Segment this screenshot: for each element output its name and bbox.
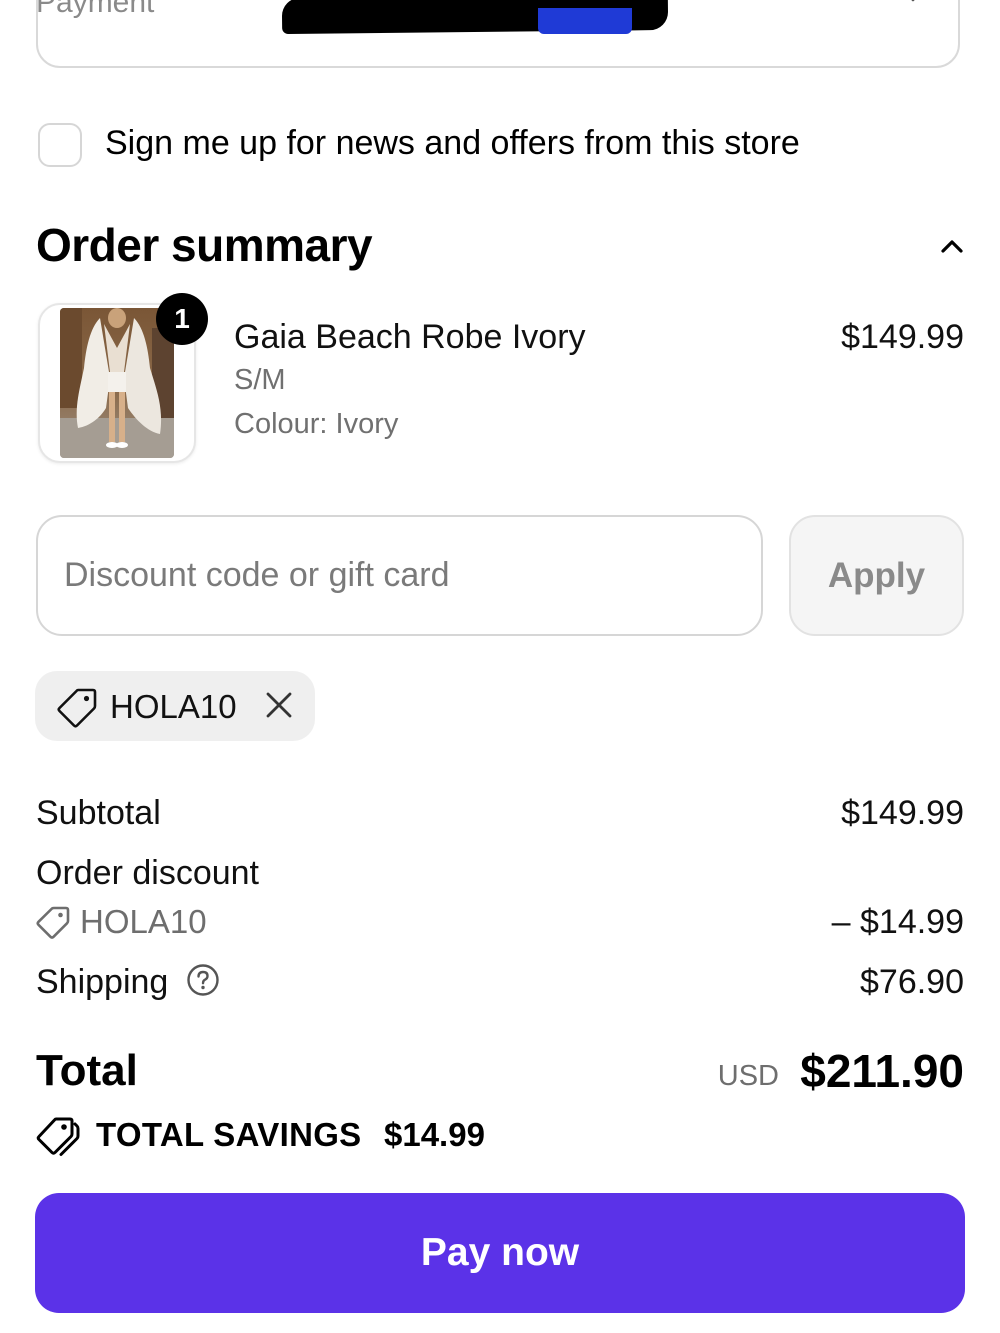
applied-discount-code: HOLA10 xyxy=(110,688,237,725)
payment-label: Payment xyxy=(36,0,155,19)
order-discount-value: – $14.99 xyxy=(831,903,964,941)
order-discount-code-row: HOLA10 xyxy=(36,903,207,941)
subtotal-label: Subtotal xyxy=(36,794,161,832)
chevron-down-icon[interactable] xyxy=(904,0,922,4)
product-image xyxy=(60,308,174,458)
savings-tag-icon xyxy=(36,1117,80,1156)
order-summary-title: Order summary xyxy=(36,219,373,271)
total-currency: USD xyxy=(717,1060,779,1092)
order-discount-label: Order discount xyxy=(36,854,259,892)
total-savings-label: TOTAL SAVINGS xyxy=(96,1116,362,1153)
tag-icon xyxy=(36,906,70,939)
product-name: Gaia Beach Robe Ivory xyxy=(234,318,586,356)
total-value: $211.90 xyxy=(800,1045,964,1097)
total-savings-value: $14.99 xyxy=(384,1116,485,1153)
subtotal-value: $149.99 xyxy=(841,794,964,832)
redacted-card-logo xyxy=(538,8,632,34)
discount-code-input[interactable] xyxy=(36,515,763,636)
tag-icon xyxy=(57,688,97,728)
chevron-up-icon[interactable] xyxy=(938,236,966,256)
product-colour: Colour: Ivory xyxy=(234,408,399,440)
shipping-value: $76.90 xyxy=(860,963,964,1001)
remove-discount-icon[interactable] xyxy=(264,690,294,720)
help-icon[interactable] xyxy=(186,963,220,997)
shipping-label: Shipping xyxy=(36,963,169,1001)
total-label: Total xyxy=(36,1046,138,1095)
newsletter-checkbox[interactable] xyxy=(38,123,82,167)
product-variant: S/M xyxy=(234,364,286,396)
apply-discount-button[interactable]: Apply xyxy=(789,515,964,636)
quantity-badge: 1 xyxy=(156,293,208,345)
product-price: $149.99 xyxy=(841,318,964,356)
pay-now-button[interactable]: Pay now xyxy=(35,1193,965,1313)
newsletter-label[interactable]: Sign me up for news and offers from this… xyxy=(105,124,800,163)
order-discount-code: HOLA10 xyxy=(80,903,207,940)
